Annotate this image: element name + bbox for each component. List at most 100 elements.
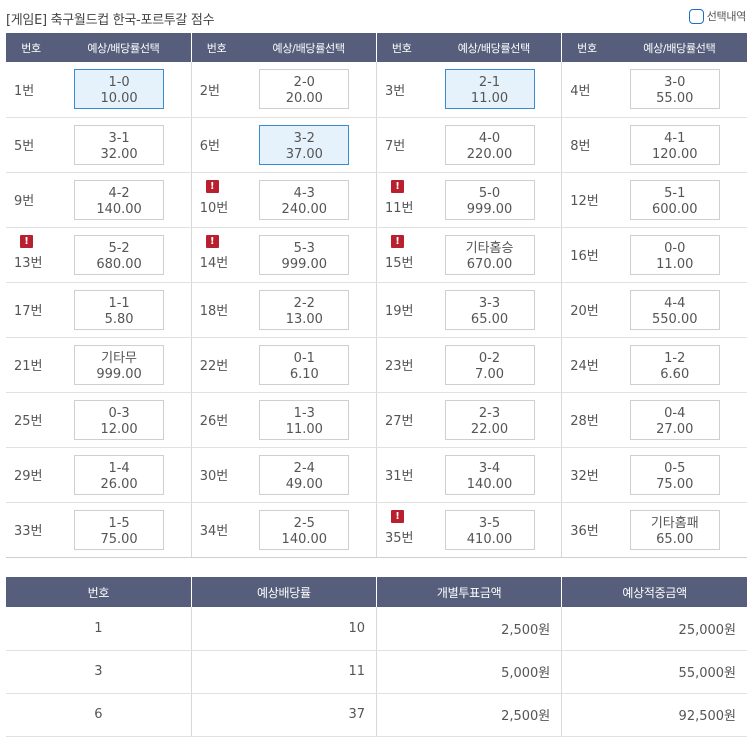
odds-cell: 5-1 600.00 [611, 172, 747, 228]
odds-select-button[interactable]: 2-4 49.00 [259, 454, 350, 495]
option-number-cell: 22번 [191, 337, 242, 393]
option-number: 36번 [570, 524, 599, 539]
odds-select-button[interactable]: 5-3 999.00 [259, 234, 350, 275]
score-label: 3-4 [478, 460, 501, 476]
option-number: 24번 [570, 359, 599, 374]
odds-select-button[interactable]: 3-2 37.00 [259, 124, 350, 165]
odds-value: 240.00 [281, 201, 328, 217]
odds-select-button[interactable]: 4-3 240.00 [259, 179, 350, 220]
odds-select-button[interactable]: 기타무 999.00 [74, 344, 165, 385]
odds-cell: 0-0 11.00 [611, 227, 747, 283]
option-number-cell: 26번 [191, 392, 242, 448]
summary-payout: 55,000원 [561, 650, 747, 694]
odds-value: 600.00 [652, 201, 698, 217]
odds-select-button[interactable]: 2-3 22.00 [444, 399, 535, 440]
odds-select-button[interactable]: 5-0 999.00 [444, 179, 535, 220]
odds-select-button[interactable]: 0-2 7.00 [444, 344, 535, 385]
odds-value: 32.00 [100, 146, 138, 162]
odds-select-button[interactable]: 2-1 11.00 [444, 69, 535, 110]
option-number: 28번 [570, 414, 599, 429]
odds-value: 680.00 [96, 256, 142, 272]
odds-value: 5.80 [104, 311, 134, 327]
score-label: 4-3 [293, 185, 315, 201]
summary-col-header: 예상적중금액 [561, 577, 747, 607]
odds-select-button[interactable]: 1-2 6.60 [629, 344, 720, 385]
option-number-wrap: ! 14번 [200, 235, 242, 271]
odds-select-button[interactable]: 5-1 600.00 [629, 179, 720, 220]
option-number-cell: 24번 [561, 337, 612, 393]
odds-value: 140.00 [466, 476, 513, 492]
odds-select-button[interactable]: 4-0 220.00 [444, 124, 535, 165]
score-label: 2-0 [293, 75, 315, 91]
odds-row: 9번 4-2 140.00! 10번 4-3 240.00! 11번 5-0 999.00 12번… [6, 172, 747, 228]
summary-number: 6 [6, 693, 192, 737]
odds-value: 22.00 [470, 421, 509, 437]
odds-value: 75.00 [656, 476, 694, 492]
odds-cell: 4-0 220.00 [426, 117, 563, 173]
option-number: 23번 [384, 359, 414, 374]
odds-select-button[interactable]: 3-1 32.00 [74, 124, 165, 165]
odds-select-button[interactable]: 2-5 140.00 [259, 509, 350, 550]
score-label: 0-3 [108, 405, 130, 421]
option-number: 4번 [570, 83, 591, 99]
odds-select-button[interactable]: 기타홈승 670.00 [444, 234, 535, 275]
odds-row: 5번 3-1 32.00 6번 3-2 37.00 7번 4-0 220.00 8번 4-1 120.… [6, 117, 747, 173]
odds-select-button[interactable]: 4-2 140.00 [74, 179, 165, 220]
score-label: 4-2 [108, 185, 130, 201]
odds-select-button[interactable]: 2-0 20.00 [259, 69, 350, 110]
odds-select-button[interactable]: 1-3 11.00 [259, 399, 350, 440]
option-number-wrap: 18번 [200, 300, 242, 319]
option-number-cell: 2번 [191, 62, 242, 118]
odds-select-button[interactable]: 3-3 65.00 [444, 289, 535, 330]
option-number-cell: 33번 [6, 502, 57, 558]
odds-select-button[interactable]: 기타홈패 65.00 [629, 509, 720, 550]
odds-value: 11.00 [470, 91, 509, 107]
odds-select-button[interactable]: 5-2 680.00 [74, 234, 165, 275]
score-label: 5-1 [664, 185, 686, 201]
option-number-cell: 28번 [561, 392, 612, 448]
option-number: 22번 [199, 359, 229, 374]
option-number-cell: 20번 [561, 282, 612, 338]
score-label: 기타홈승 [465, 240, 514, 256]
odds-select-button[interactable]: 0-4 27.00 [629, 399, 720, 440]
option-number-wrap: 12번 [570, 190, 612, 209]
odds-select-button[interactable]: 2-2 13.00 [259, 289, 350, 330]
option-number: 20번 [570, 304, 599, 319]
odds-select-button[interactable]: 0-3 12.00 [74, 399, 165, 440]
option-number-wrap: 20번 [570, 300, 612, 319]
summary-bet-amount: 2,500원 [376, 693, 563, 737]
option-number-wrap: 25번 [14, 410, 56, 429]
odds-select-button[interactable]: 0-0 11.00 [629, 234, 720, 275]
odds-select-button[interactable]: 3-5 410.00 [444, 509, 535, 550]
score-label: 2-3 [478, 405, 501, 421]
option-number-wrap: 8번 [570, 135, 612, 154]
option-number: 31번 [384, 469, 414, 484]
score-label: 4-4 [664, 295, 686, 311]
odds-select-button[interactable]: 4-4 550.00 [629, 289, 720, 330]
odds-cell: 2-4 49.00 [241, 447, 377, 503]
odds-select-button[interactable]: 1-0 10.00 [74, 69, 165, 110]
odds-select-button[interactable]: 3-4 140.00 [444, 454, 535, 495]
summary-bet-amount: 5,000원 [376, 650, 563, 694]
odds-select-button[interactable]: 1-5 75.00 [74, 509, 165, 550]
odds-select-button[interactable]: 0-5 75.00 [629, 454, 720, 495]
odds-select-button[interactable]: 1-1 5.80 [74, 289, 165, 330]
option-number-wrap: 16번 [570, 245, 612, 264]
checkbox-icon[interactable] [688, 8, 704, 24]
odds-value: 65.00 [656, 531, 694, 547]
score-label: 2-2 [293, 295, 315, 311]
option-number-wrap: 6번 [200, 135, 242, 154]
score-label: 1-2 [664, 350, 686, 366]
option-number-cell: 36번 [561, 502, 612, 558]
summary-row: 1 10 2,500원 25,000원 [6, 607, 747, 651]
odds-cell: 0-1 6.10 [241, 337, 377, 393]
odds-select-button[interactable]: 1-4 26.00 [74, 454, 165, 495]
odds-select-button[interactable]: 4-1 120.00 [629, 124, 720, 165]
odds-cell: 0-3 12.00 [56, 392, 192, 448]
odds-select-button[interactable]: 3-0 55.00 [629, 69, 720, 110]
odds-select-button[interactable]: 0-1 6.10 [259, 344, 350, 385]
exclamation-icon: ! [205, 180, 219, 193]
selection-history-toggle[interactable]: 선택내역 [688, 8, 746, 24]
option-number: 2번 [199, 83, 220, 99]
option-number: 27번 [384, 414, 414, 429]
